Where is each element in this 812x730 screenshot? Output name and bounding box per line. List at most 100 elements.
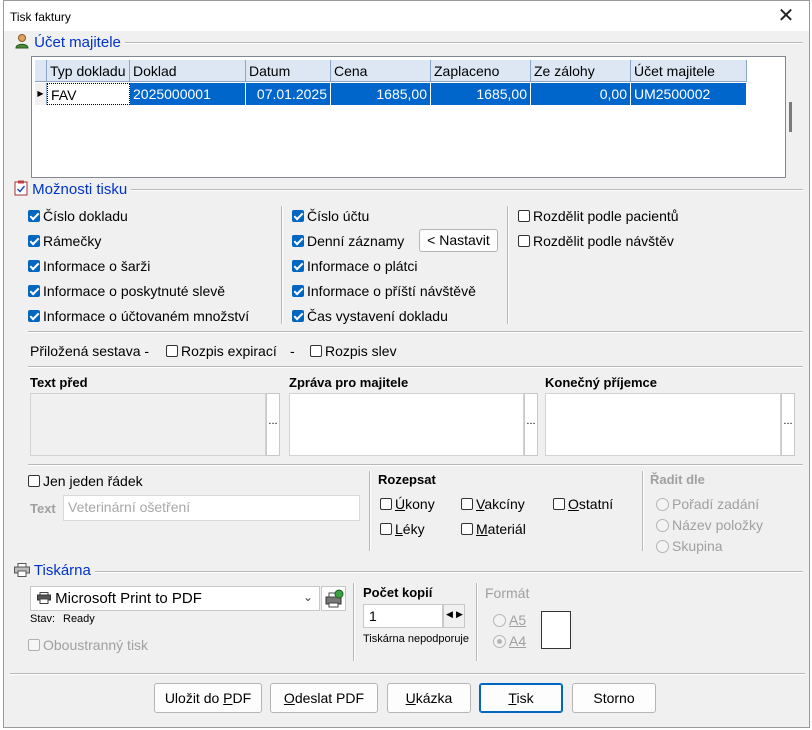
checkbox-material[interactable]: Materiál [461,520,526,538]
checkbox-expiry-breakdown[interactable]: Rozpis expirací [166,342,277,360]
checkbox-unchecked-icon[interactable] [166,345,178,357]
checkbox-batch-info[interactable]: Informace o šarži [28,257,150,275]
final-recipient-ellipsis-button[interactable]: ... [781,393,795,456]
text-before-ellipsis-button[interactable]: ... [266,393,280,456]
radio-group[interactable]: Skupina [656,537,723,555]
owner-account-grid[interactable]: Typ dokladu Doklad Datum Cena Zaplaceno … [31,56,792,178]
column-header-date[interactable]: Datum [246,60,331,82]
checkbox-unchecked-icon[interactable] [380,523,392,535]
table-cell[interactable]: 07.01.2025 [246,83,331,105]
table-cell[interactable]: 1685,00 [331,83,431,105]
checkbox-unchecked-icon[interactable] [461,498,473,510]
column-header-price[interactable]: Cena [331,60,431,82]
copies-stepper[interactable]: ◀ ▶ [443,604,465,628]
radio-selected-icon[interactable] [493,635,506,648]
checkbox-medicines[interactable]: Léky [380,520,425,538]
checkbox-unchecked-icon[interactable] [461,523,473,535]
checkbox-checked-icon[interactable] [28,235,40,247]
checkbox-checked-icon[interactable] [292,310,304,322]
table-cell[interactable]: 1685,00 [431,83,531,105]
printer-section-title: Tiskárna [14,562,95,579]
checkbox-checked-icon[interactable] [28,260,40,272]
set-button[interactable]: < Nastavit [419,229,498,252]
checkbox-checked-icon[interactable] [28,310,40,322]
printer-small-icon [37,592,51,604]
copies-input[interactable]: 1 [363,604,443,628]
checkbox-unchecked-icon[interactable] [518,210,530,222]
checkbox-discount-breakdown[interactable]: Rozpis slev [310,342,397,360]
clipboard-icon [14,180,28,196]
checkbox-quantity-info[interactable]: Informace o účtovaném množství [28,307,249,325]
checkbox-unchecked-icon[interactable] [310,345,322,357]
preview-button[interactable]: Ukázka [387,683,471,713]
checkbox-unchecked-icon[interactable] [28,475,40,487]
checkbox-checked-icon[interactable] [292,260,304,272]
printer-select[interactable]: Microsoft Print to PDF ⌄ [30,586,320,611]
checkbox-issue-time[interactable]: Čas vystavení dokladu [292,307,448,325]
column-header-document-type[interactable]: Typ dokladu [47,60,130,82]
checkbox-checked-icon[interactable] [28,285,40,297]
radio-icon[interactable] [656,498,669,511]
checkbox-unchecked-icon[interactable] [553,498,565,510]
checkbox-other[interactable]: Ostatní [553,495,613,513]
checkbox-checked-icon[interactable] [292,285,304,297]
checkbox-unchecked-icon[interactable] [28,639,40,651]
radio-format-a5[interactable]: A5 [493,611,526,629]
arrow-right-icon[interactable]: ▶ [456,609,463,620]
radio-order-of-entry[interactable]: Pořadí zadání [656,495,759,513]
table-cell[interactable]: 2025000001 [130,83,246,105]
final-recipient-label: Konečný příjemce [545,375,657,390]
checkbox-split-by-visits[interactable]: Rozdělit podle návštěv [518,232,674,250]
final-recipient-input[interactable] [545,393,781,456]
checkbox-daily-records[interactable]: Denní záznamy [292,232,404,250]
message-owner-ellipsis-button[interactable]: ... [524,393,538,456]
copies-label: Počet kopií [363,585,433,600]
sort-by-title: Řadit dle [650,472,705,487]
grid-scrollbar[interactable] [789,102,792,132]
printer-settings-button[interactable] [321,586,346,611]
column-header-document[interactable]: Doklad [130,60,246,82]
arrow-left-icon[interactable]: ◀ [446,609,453,620]
checkbox-unchecked-icon[interactable] [380,498,392,510]
column-header-from-deposit[interactable]: Ze zálohy [531,60,631,82]
printer-settings-icon [325,589,344,608]
save-pdf-button[interactable]: Uložit do PDF [154,683,262,713]
radio-icon[interactable] [656,540,669,553]
checkbox-checked-icon[interactable] [292,210,304,222]
checkbox-discount-info[interactable]: Informace o poskytnuté slevě [28,282,225,300]
radio-format-a4[interactable]: A4 [493,632,526,650]
checkbox-document-number[interactable]: Číslo dokladu [28,207,128,225]
text-before-input[interactable] [30,393,266,456]
table-cell[interactable]: FAV [47,83,130,105]
message-owner-label: Zpráva pro majitele [289,375,409,390]
column-header-paid[interactable]: Zaplaceno [431,60,531,82]
page-format-preview [541,611,571,649]
checkbox-single-line[interactable]: Jen jeden řádek [28,472,143,490]
printer-icon [14,563,30,577]
send-pdf-button[interactable]: Odeslat PDF [270,683,378,713]
checkbox-split-by-patients[interactable]: Rozdělit podle pacientů [518,207,679,225]
checkbox-checked-icon[interactable] [292,235,304,247]
checkbox-unchecked-icon[interactable] [518,235,530,247]
checkbox-duplex[interactable]: Oboustranný tisk [28,636,148,654]
cancel-button[interactable]: Storno [572,683,656,713]
row-indicator-icon: ▶ [35,83,47,105]
close-button[interactable]: ✕ [773,3,799,29]
single-line-text-input[interactable]: Veterinární ošetření [63,495,360,521]
checkbox-checked-icon[interactable] [28,210,40,222]
checkbox-payer-info[interactable]: Informace o plátci [292,257,418,275]
radio-item-name[interactable]: Název položky [656,516,763,534]
column-header-owner-account[interactable]: Účet majitele [631,60,747,82]
checkbox-frames[interactable]: Rámečky [28,232,101,250]
window-title: Tisk faktury [10,10,71,24]
message-owner-input[interactable] [289,393,524,456]
radio-icon[interactable] [493,614,506,627]
table-cell[interactable]: UM2500002 [631,83,747,105]
checkbox-next-visit-info[interactable]: Informace o příští návštěvě [292,282,476,300]
checkbox-account-number[interactable]: Číslo účtu [292,207,369,225]
checkbox-vaccines[interactable]: Vakcíny [461,495,525,513]
checkbox-procedures[interactable]: Úkony [380,495,435,513]
radio-icon[interactable] [656,519,669,532]
print-button[interactable]: Tisk [479,683,563,713]
table-cell[interactable]: 0,00 [531,83,631,105]
